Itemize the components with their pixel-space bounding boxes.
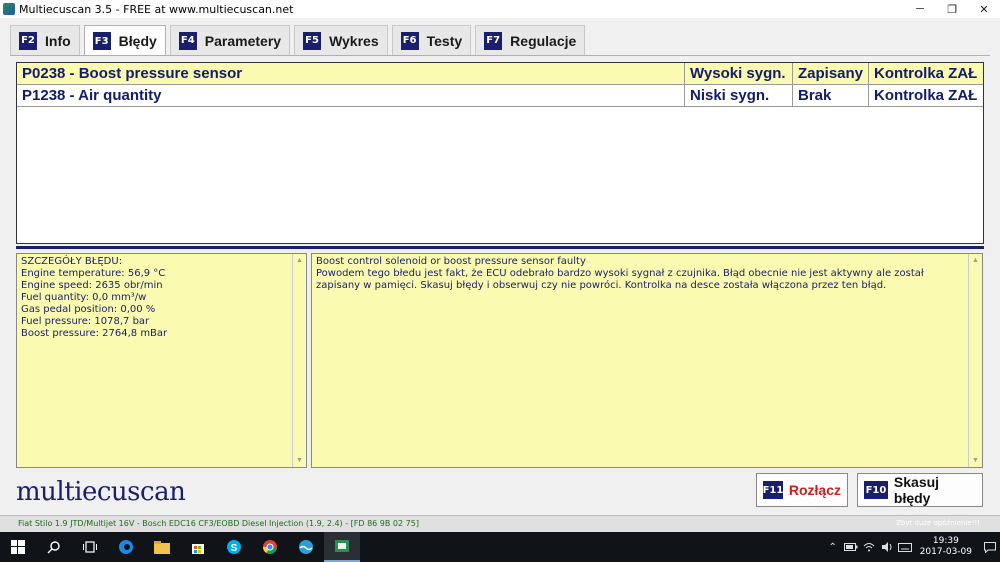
clock-date: 2017-03-09 xyxy=(919,547,972,557)
window-title: Multiecuscan 3.5 - FREE at www.multiecus… xyxy=(19,2,294,16)
tab-divider xyxy=(10,55,990,56)
error-lamp: Kontrolka ZAŁ xyxy=(874,87,978,104)
vehicle-status: Fiat Stilo 1.9 JTD/Multijet 16V - Bosch … xyxy=(18,519,419,528)
tab-regulacje[interactable]: F7 Regulacje xyxy=(475,25,586,55)
detail-line: Boost pressure: 2764,8 mBar xyxy=(21,328,168,339)
fkey-badge: F7 xyxy=(484,31,503,50)
scroll-up-icon[interactable]: ▲ xyxy=(293,254,306,267)
error-signal: Wysoki sygn. xyxy=(685,63,793,84)
system-clock[interactable]: 19:39 2017-03-09 xyxy=(920,536,972,558)
windows-taskbar: S ⌃ 19:39 2017-03-09 xyxy=(0,532,1000,562)
volume-icon[interactable] xyxy=(878,542,896,552)
restore-button[interactable]: ❐ xyxy=(936,0,968,18)
search-icon[interactable] xyxy=(36,532,72,562)
detail-line: Engine temperature: 56,9 °C xyxy=(21,268,166,279)
fkey-badge: F10 xyxy=(864,481,888,499)
error-status: Zapisany xyxy=(793,63,869,84)
store-icon[interactable] xyxy=(180,532,216,562)
error-description-panel[interactable]: Boost control solenoid or boost pressure… xyxy=(311,253,983,468)
tab-bledy[interactable]: F3 Błędy xyxy=(83,25,166,56)
fkey-badge: F6 xyxy=(400,31,419,50)
app-wave-icon[interactable] xyxy=(288,532,324,562)
tab-info[interactable]: F2 Info xyxy=(10,25,80,55)
task-view-icon[interactable] xyxy=(72,532,108,562)
error-details-panel[interactable]: SZCZEGÓŁY BŁĘDU: Engine temperature: 56,… xyxy=(16,253,307,468)
minimize-button[interactable]: ─ xyxy=(904,0,936,18)
status-bar: Fiat Stilo 1.9 JTD/Multijet 16V - Bosch … xyxy=(0,515,1000,532)
detail-line: Gas pedal position: 0,00 % xyxy=(21,304,156,315)
clear-errors-button[interactable]: F10 Skasuj błędy xyxy=(857,473,983,507)
tab-label: Regulacje xyxy=(510,32,577,49)
system-tray: ⌃ 19:39 2017-03-09 xyxy=(824,532,1000,562)
detail-line: Engine speed: 2635 obr/min xyxy=(21,280,163,291)
disconnect-label: Rozłącz xyxy=(788,482,841,498)
chrome-icon[interactable] xyxy=(252,532,288,562)
windows-start-icon[interactable] xyxy=(0,532,36,562)
tab-bar: F2 Info F3 Błędy F4 Parametery F5 Wykres… xyxy=(10,25,589,56)
error-status: Brak xyxy=(793,85,869,106)
tab-label: Błędy xyxy=(118,33,157,49)
description-text: Powodem tego błedu jest fakt, że ECU ode… xyxy=(316,268,924,291)
error-row[interactable]: P1238 - Air quantity Niski sygn. Brak Ko… xyxy=(17,85,983,107)
section-separator xyxy=(16,246,984,249)
multiecuscan-logo: multiecuscan xyxy=(16,477,186,507)
description-title: Boost control solenoid or boost pressure… xyxy=(316,256,586,267)
file-explorer-icon[interactable] xyxy=(144,532,180,562)
app-icon xyxy=(3,3,15,15)
fkey-badge: F4 xyxy=(178,31,197,50)
tab-wykres[interactable]: F5 Wykres xyxy=(294,25,388,55)
detail-line: Fuel pressure: 1078,7 bar xyxy=(21,316,150,327)
details-heading: SZCZEGÓŁY BŁĘDU: xyxy=(21,256,123,267)
tab-label: Testy xyxy=(426,32,463,49)
error-signal: Niski sygn. xyxy=(685,85,793,106)
clear-errors-label: Skasuj błędy xyxy=(893,474,940,506)
fkey-badge: F2 xyxy=(19,31,37,50)
fkey-badge: F3 xyxy=(92,32,111,50)
window-controls: ─ ❐ ✕ xyxy=(904,0,1000,18)
error-lamp: Kontrolka ZAŁ xyxy=(874,65,978,82)
close-button[interactable]: ✕ xyxy=(968,0,1000,18)
latency-warning: Zbyt duże opóźnienie!!! xyxy=(896,519,980,527)
description-scrollbar[interactable]: ▲ ▼ xyxy=(968,254,982,467)
tab-parametery[interactable]: F4 Parametery xyxy=(169,25,291,55)
skype-icon[interactable]: S xyxy=(216,532,252,562)
battery-icon[interactable] xyxy=(842,543,860,551)
edge-browser-icon[interactable] xyxy=(108,532,144,562)
svg-text:S: S xyxy=(231,543,238,554)
tab-label: Wykres xyxy=(329,32,379,49)
scroll-down-icon[interactable]: ▼ xyxy=(293,454,306,467)
tab-label: Parametery xyxy=(204,32,282,49)
detail-line: Fuel quantity: 0,0 mm³/w xyxy=(21,292,147,303)
fkey-badge: F11 xyxy=(763,481,783,499)
scroll-down-icon[interactable]: ▼ xyxy=(969,454,982,467)
chevron-up-icon[interactable]: ⌃ xyxy=(824,542,842,553)
notification-icon[interactable] xyxy=(980,532,1000,562)
fkey-badge: F5 xyxy=(303,31,322,50)
keyboard-icon[interactable] xyxy=(896,542,914,552)
title-bar: Multiecuscan 3.5 - FREE at www.multiecus… xyxy=(0,0,1000,18)
disconnect-button[interactable]: F11 Rozłącz xyxy=(756,473,848,507)
clock-time: 19:39 xyxy=(932,536,959,546)
multiecuscan-taskbar-icon[interactable] xyxy=(324,532,360,562)
details-scrollbar[interactable]: ▲ ▼ xyxy=(292,254,306,467)
error-list: P0238 - Boost pressure sensor Wysoki syg… xyxy=(16,62,984,244)
error-code: P0238 - Boost pressure sensor xyxy=(17,63,685,84)
tab-testy[interactable]: F6 Testy xyxy=(391,25,472,55)
error-code: P1238 - Air quantity xyxy=(17,85,685,106)
scroll-up-icon[interactable]: ▲ xyxy=(969,254,982,267)
network-icon[interactable] xyxy=(860,542,878,552)
error-row[interactable]: P0238 - Boost pressure sensor Wysoki syg… xyxy=(17,63,983,85)
tab-label: Info xyxy=(45,32,71,49)
